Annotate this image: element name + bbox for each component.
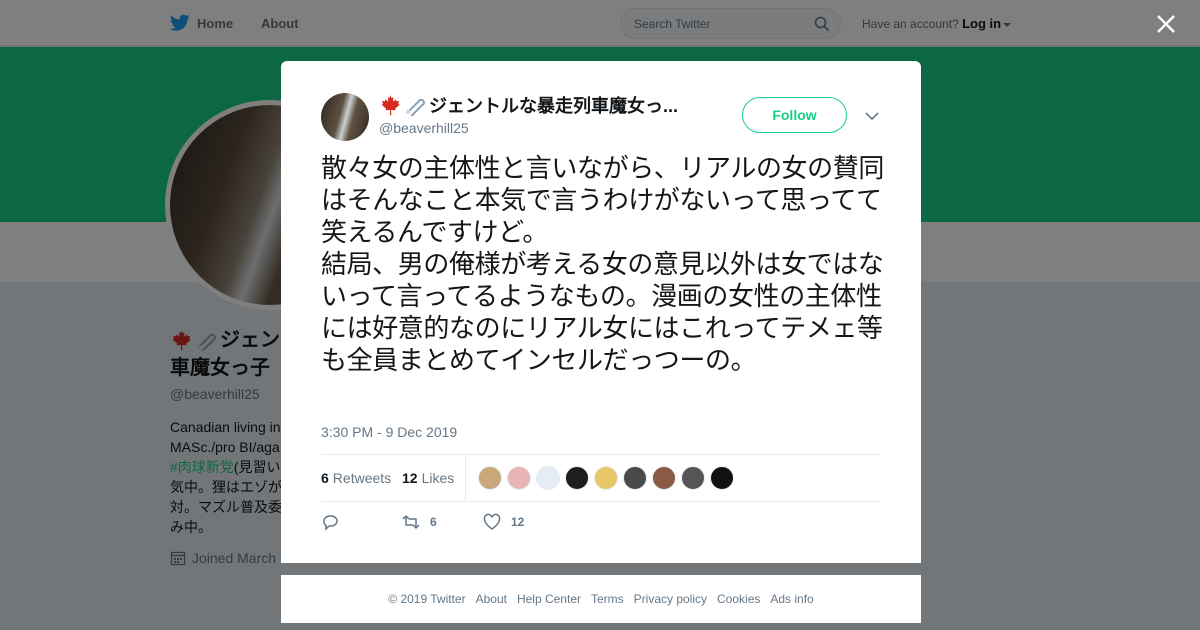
- close-icon[interactable]: [1155, 13, 1177, 35]
- retweets-count: 6: [321, 470, 329, 486]
- author-display-name: ジェントルな暴走列車魔女っ...: [429, 96, 679, 116]
- liker-avatar[interactable]: [681, 466, 705, 490]
- safety-pin-icon: [405, 98, 425, 116]
- tweet-modal: ジェントルな暴走列車魔女っ... @beaverhill25 Follow 散々…: [281, 61, 921, 563]
- likes-label: Likes: [421, 470, 455, 486]
- footer-link[interactable]: Privacy policy: [634, 592, 707, 606]
- liker-avatar[interactable]: [565, 466, 589, 490]
- follow-button[interactable]: Follow: [742, 97, 847, 133]
- likes-count: 12: [402, 470, 418, 486]
- tweet-timestamp[interactable]: 3:30 PM - 9 Dec 2019: [321, 424, 457, 440]
- author-name[interactable]: ジェントルな暴走列車魔女っ...: [379, 93, 689, 117]
- footer-link[interactable]: Terms: [591, 592, 624, 606]
- like-button[interactable]: 12: [483, 513, 524, 531]
- author-handle[interactable]: @beaverhill25: [379, 120, 469, 136]
- retweet-button[interactable]: 6: [402, 513, 437, 531]
- retweet-icon: [402, 514, 420, 530]
- footer-link[interactable]: Ads info: [770, 592, 813, 606]
- likes-stat[interactable]: 12 Likes: [402, 470, 454, 486]
- liker-avatar[interactable]: [623, 466, 647, 490]
- liker-avatars: [478, 466, 739, 490]
- footer-link[interactable]: Cookies: [717, 592, 760, 606]
- tweet-stats: 6 Retweets 12 Likes: [321, 454, 881, 502]
- like-count: 12: [511, 515, 525, 529]
- retweet-count: 6: [430, 515, 437, 529]
- footer-link: © 2019 Twitter: [388, 592, 466, 606]
- retweets-stat[interactable]: 6 Retweets: [321, 470, 391, 486]
- stats-divider: [465, 455, 466, 501]
- retweets-label: Retweets: [332, 470, 392, 486]
- tweet-text: 散々女の主体性と言いながら、リアルの女の賛同はそんなこと本気で言うわけがないって…: [321, 154, 884, 376]
- tweet-actions: 6 12: [321, 513, 881, 537]
- chevron-down-icon[interactable]: [864, 108, 880, 124]
- liker-avatar[interactable]: [507, 466, 531, 490]
- footer-links: © 2019 Twitter About Help Center Terms Priva…: [281, 575, 921, 623]
- reply-icon: [323, 515, 338, 531]
- reply-button[interactable]: [321, 513, 349, 531]
- liker-avatar[interactable]: [652, 466, 676, 490]
- author-avatar[interactable]: [321, 93, 369, 141]
- liker-avatar[interactable]: [478, 466, 502, 490]
- heart-icon: [483, 513, 501, 530]
- liker-avatar[interactable]: [594, 466, 618, 490]
- footer-link[interactable]: About: [476, 592, 507, 606]
- maple-leaf-icon: [381, 94, 400, 116]
- liker-avatar[interactable]: [710, 466, 734, 490]
- liker-avatar[interactable]: [536, 466, 560, 490]
- footer-link[interactable]: Help Center: [517, 592, 581, 606]
